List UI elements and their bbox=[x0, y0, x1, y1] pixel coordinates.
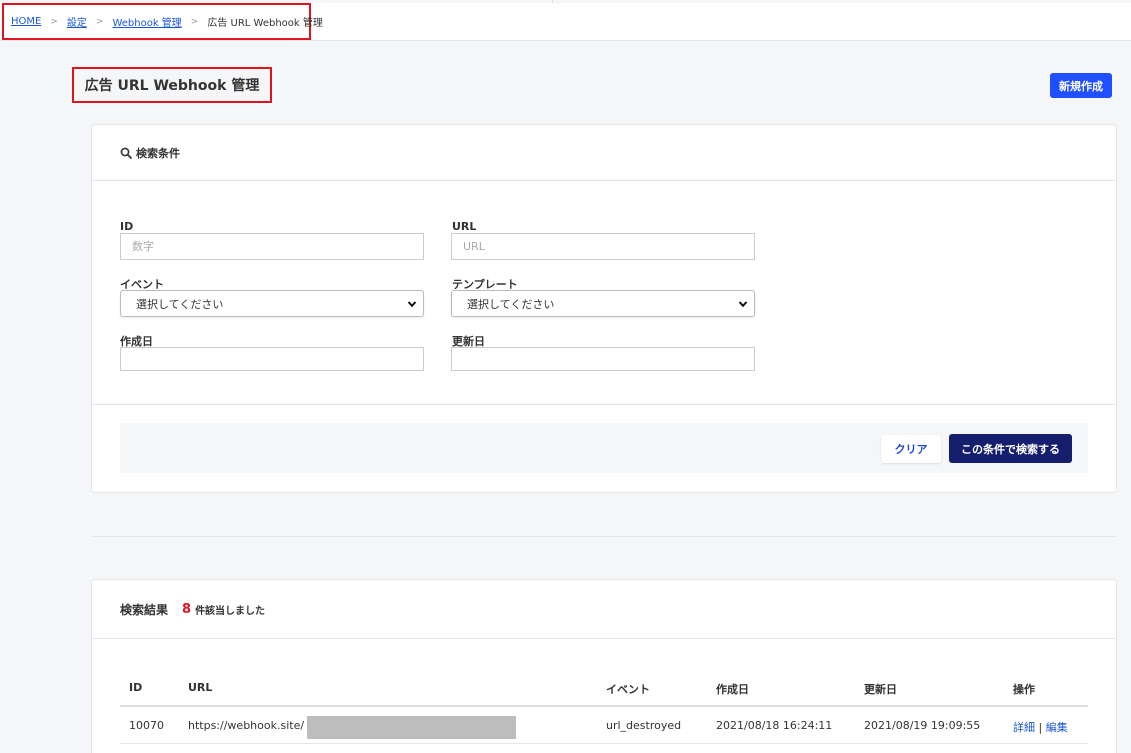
breadcrumb-separator: > bbox=[190, 16, 199, 27]
search-panel: 検索条件 ID URL イベント 選択してください テンプレート 選択してくださ… bbox=[91, 124, 1117, 493]
column-header-id: ID bbox=[129, 681, 143, 694]
id-label: ID bbox=[120, 220, 134, 233]
created-date-input[interactable] bbox=[120, 347, 424, 371]
column-header-actions: 操作 bbox=[1013, 683, 1035, 696]
updated-date-input[interactable] bbox=[451, 347, 755, 371]
search-button[interactable]: この条件で検索する bbox=[949, 434, 1072, 463]
template-select-value: 選択してください bbox=[467, 297, 555, 311]
row-created: 2021/08/18 16:24:11 bbox=[716, 719, 833, 732]
id-input[interactable] bbox=[120, 233, 424, 260]
url-label: URL bbox=[452, 220, 477, 233]
column-header-url: URL bbox=[188, 681, 213, 694]
page-title: 広告 URL Webhook 管理 bbox=[72, 67, 272, 103]
new-button[interactable]: 新規作成 bbox=[1050, 73, 1112, 98]
row-event: url_destroyed bbox=[606, 719, 682, 732]
results-title: 検索結果 bbox=[120, 602, 169, 617]
breadcrumb-settings[interactable]: 設定 bbox=[67, 14, 87, 29]
search-panel-title: 検索条件 bbox=[136, 146, 180, 160]
search-panel-divider bbox=[92, 404, 1116, 405]
table-header-divider bbox=[120, 705, 1088, 707]
breadcrumb-home[interactable]: HOME bbox=[11, 16, 41, 27]
results-count: 8 bbox=[182, 601, 192, 617]
event-select[interactable]: 選択してください bbox=[120, 290, 424, 317]
detail-link[interactable]: 詳細 bbox=[1013, 721, 1035, 734]
search-icon bbox=[120, 147, 132, 159]
breadcrumb-webhook[interactable]: Webhook 管理 bbox=[112, 14, 181, 29]
breadcrumb-separator: > bbox=[50, 16, 58, 27]
chevron-down-icon bbox=[738, 301, 748, 308]
column-header-updated: 更新日 bbox=[864, 683, 897, 696]
column-header-created: 作成日 bbox=[716, 683, 749, 696]
search-actions: クリア この条件で検索する bbox=[120, 423, 1088, 473]
search-panel-header: 検索条件 bbox=[92, 125, 1116, 181]
results-panel: 検索結果 8 件該当しました ID URL イベント 作成日 更新日 操作 10… bbox=[91, 579, 1117, 753]
redacted-url-block bbox=[307, 716, 516, 739]
results-header: 検索結果 8 件該当しました bbox=[92, 580, 1116, 639]
row-actions: 詳細 | 編集 bbox=[1013, 719, 1068, 735]
edit-link[interactable]: 編集 bbox=[1046, 721, 1068, 734]
url-input[interactable] bbox=[451, 233, 755, 260]
breadcrumb: HOME > 設定 > Webhook 管理 > 広告 URL Webhook … bbox=[2, 3, 323, 40]
chevron-down-icon bbox=[407, 301, 417, 308]
row-updated: 2021/08/19 19:09:55 bbox=[864, 719, 981, 732]
breadcrumb-current: 広告 URL Webhook 管理 bbox=[207, 18, 323, 29]
template-select[interactable]: 選択してください bbox=[451, 290, 755, 317]
action-separator: | bbox=[1038, 721, 1043, 734]
row-divider bbox=[120, 743, 1088, 744]
breadcrumb-separator: > bbox=[95, 16, 104, 27]
column-header-event: イベント bbox=[606, 683, 650, 696]
section-divider bbox=[91, 536, 1117, 537]
row-url: https://webhook.site/ bbox=[188, 719, 305, 732]
row-id: 10070 bbox=[129, 719, 164, 732]
results-count-suffix: 件該当しました bbox=[195, 605, 266, 617]
clear-button[interactable]: クリア bbox=[881, 435, 941, 463]
event-select-value: 選択してください bbox=[136, 297, 224, 311]
